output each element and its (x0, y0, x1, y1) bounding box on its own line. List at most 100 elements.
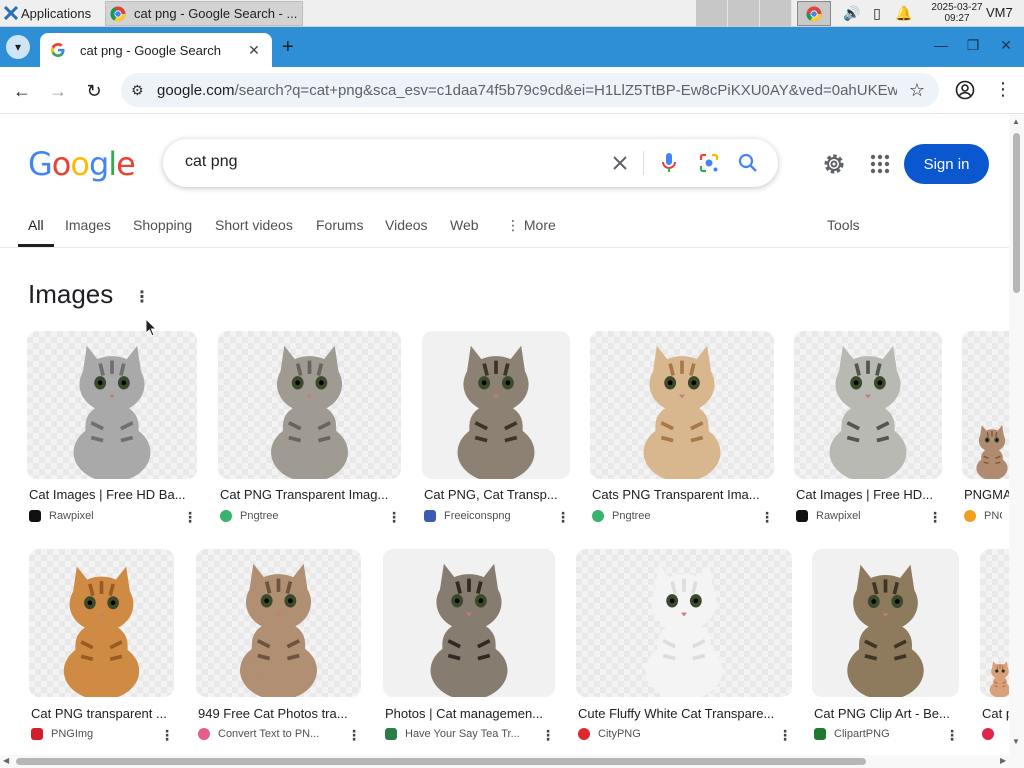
image-result-card[interactable]: Cat PNG Clip Art - Be... ClipartPNG ⋮ (812, 549, 959, 746)
image-source[interactable]: PNGImg (31, 728, 154, 740)
sign-in-button[interactable]: Sign in (904, 144, 989, 184)
result-more-options-icon[interactable]: ⋮ (347, 727, 361, 744)
image-source[interactable]: Convert Text to PN... (198, 728, 341, 740)
image-result-card[interactable]: Cat PNG Transparent Imag... Pngtree ⋮ (218, 331, 401, 528)
browser-tab[interactable]: cat png - Google Search ✕ (40, 33, 272, 67)
image-source[interactable]: CityPNG (578, 728, 772, 740)
image-result-card[interactable]: Cat p F (980, 549, 1009, 746)
result-more-options-icon[interactable]: ⋮ (760, 509, 774, 526)
image-thumbnail[interactable] (962, 331, 1009, 479)
url-text[interactable]: google.com/search?q=cat+png&sca_esv=c1da… (157, 82, 897, 99)
notification-bell-icon[interactable]: 🔔 (895, 5, 912, 22)
image-thumbnail[interactable] (218, 331, 401, 479)
site-info-icon[interactable]: ⚙ (131, 82, 149, 99)
filter-all[interactable]: All (28, 217, 44, 233)
clear-search-icon[interactable] (609, 152, 631, 174)
horizontal-scroll-thumb[interactable] (16, 758, 866, 765)
image-source[interactable]: ClipartPNG (814, 728, 939, 740)
filter-more[interactable]: ⋮ More (506, 217, 556, 234)
battery-icon[interactable]: ▯ (869, 5, 885, 22)
image-caption[interactable]: Cat PNG, Cat Transp... (424, 487, 570, 502)
result-more-options-icon[interactable]: ⋮ (387, 509, 401, 526)
filter-shopping[interactable]: Shopping (133, 217, 192, 233)
result-more-options-icon[interactable]: ⋮ (183, 509, 197, 526)
address-bar[interactable]: ⚙ google.com/search?q=cat+png&sca_esv=c1… (121, 73, 939, 107)
image-source[interactable]: Have Your Say Tea Tr... (385, 728, 535, 740)
image-thumbnail[interactable] (383, 549, 555, 697)
close-window-icon[interactable]: ✕ (996, 37, 1016, 54)
image-thumbnail[interactable] (794, 331, 942, 479)
result-more-options-icon[interactable]: ⋮ (556, 509, 570, 526)
forward-button[interactable]: → (46, 79, 70, 103)
minimize-icon[interactable]: — (931, 37, 951, 53)
result-more-options-icon[interactable]: ⋮ (778, 727, 792, 744)
image-caption[interactable]: Cat PNG Transparent Imag... (220, 487, 401, 502)
image-caption[interactable]: 949 Free Cat Photos tra... (198, 706, 361, 721)
result-more-options-icon[interactable]: ⋮ (945, 727, 959, 744)
image-result-card[interactable]: Cat Images | Free HD... Rawpixel ⋮ (794, 331, 942, 528)
clock[interactable]: 2025-03-27 09:27 (929, 2, 985, 24)
image-thumbnail[interactable] (29, 549, 174, 697)
image-caption[interactable]: PNGMA (964, 487, 1009, 502)
image-source[interactable]: PNG (964, 510, 1002, 522)
reload-button[interactable]: ↻ (82, 79, 106, 103)
workspace-switcher[interactable] (696, 0, 792, 27)
image-caption[interactable]: Cat Images | Free HD... (796, 487, 942, 502)
image-result-card[interactable]: Photos | Cat managemen... Have Your Say T… (383, 549, 555, 746)
image-caption[interactable]: Cats PNG Transparent Ima... (592, 487, 774, 502)
filter-videos[interactable]: Videos (385, 217, 428, 233)
image-caption[interactable]: Photos | Cat managemen... (385, 706, 555, 721)
google-apps-icon[interactable] (869, 153, 891, 175)
image-result-card[interactable]: Cute Fluffy White Cat Transpare... CityPN… (576, 549, 792, 746)
scroll-right-icon[interactable]: ▶ (1000, 756, 1006, 765)
search-submit-icon[interactable] (737, 152, 759, 174)
image-source[interactable]: Pngtree (592, 510, 754, 522)
search-input[interactable]: cat png (185, 153, 237, 171)
restore-icon[interactable]: ❐ (963, 37, 983, 54)
image-thumbnail[interactable] (590, 331, 774, 479)
vertical-scrollbar[interactable]: ▲ ▼ (1009, 115, 1024, 755)
image-thumbnail[interactable] (422, 331, 570, 479)
vertical-scroll-thumb[interactable] (1013, 133, 1020, 293)
image-source[interactable]: F (982, 728, 1000, 740)
image-thumbnail[interactable] (27, 331, 197, 479)
lens-search-icon[interactable] (698, 152, 720, 174)
image-caption[interactable]: Cat PNG transparent ... (31, 706, 174, 721)
filter-images[interactable]: Images (65, 217, 111, 233)
image-source[interactable]: Pngtree (220, 510, 381, 522)
filter-short-videos[interactable]: Short videos (215, 217, 293, 233)
filter-web[interactable]: Web (450, 217, 479, 233)
image-caption[interactable]: Cat Images | Free HD Ba... (29, 487, 197, 502)
tray-chrome-button[interactable] (797, 1, 831, 26)
browser-menu-icon[interactable]: ⋮ (994, 79, 1012, 100)
images-more-options-icon[interactable]: ⋮ (134, 287, 150, 307)
image-caption[interactable]: Cat p (982, 706, 1009, 721)
volume-icon[interactable]: 🔊 (843, 5, 860, 22)
tab-close-icon[interactable]: ✕ (246, 42, 262, 59)
filter-forums[interactable]: Forums (316, 217, 363, 233)
image-source[interactable]: Rawpixel (29, 510, 177, 522)
scroll-down-icon[interactable]: ▼ (1012, 737, 1020, 746)
back-button[interactable]: ← (10, 79, 34, 103)
image-caption[interactable]: Cat PNG Clip Art - Be... (814, 706, 959, 721)
taskbar-window-button[interactable]: cat png - Google Search - ... (105, 1, 303, 26)
image-caption[interactable]: Cute Fluffy White Cat Transpare... (578, 706, 792, 721)
tools-button[interactable]: Tools (827, 217, 860, 233)
image-result-card[interactable]: 949 Free Cat Photos tra... Convert Text t… (196, 549, 361, 746)
google-logo[interactable]: Google (28, 145, 136, 183)
image-thumbnail[interactable] (576, 549, 792, 697)
image-thumbnail[interactable] (196, 549, 361, 697)
horizontal-scrollbar[interactable]: ◀ ▶ (0, 755, 1024, 768)
result-more-options-icon[interactable]: ⋮ (928, 509, 942, 526)
profile-icon[interactable] (955, 80, 975, 100)
voice-search-icon[interactable] (658, 152, 680, 174)
image-result-card[interactable]: Cat PNG transparent ... PNGImg ⋮ (29, 549, 174, 746)
scroll-left-icon[interactable]: ◀ (3, 756, 9, 765)
tab-search-button[interactable]: ▾ (6, 35, 30, 59)
result-more-options-icon[interactable]: ⋮ (160, 727, 174, 744)
bookmark-star-icon[interactable]: ☆ (909, 80, 925, 101)
applications-menu[interactable]: Applications (0, 0, 95, 27)
image-result-card[interactable]: Cat PNG, Cat Transp... Freeiconspng ⋮ (422, 331, 570, 528)
image-source[interactable]: Rawpixel (796, 510, 922, 522)
image-result-card[interactable]: Cats PNG Transparent Ima... Pngtree ⋮ (590, 331, 774, 528)
